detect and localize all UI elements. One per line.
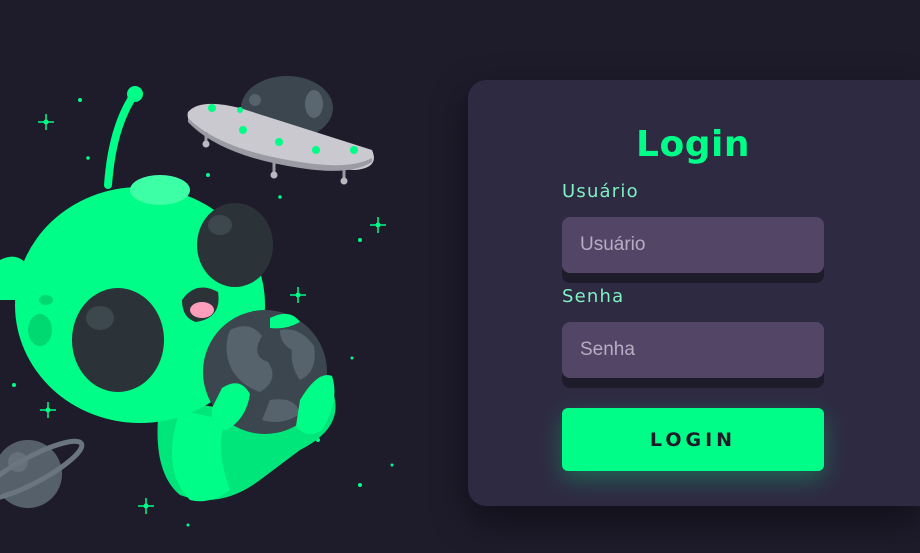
password-input[interactable] xyxy=(562,322,824,378)
password-label: Senha xyxy=(562,286,625,307)
login-button[interactable]: LOGIN xyxy=(562,408,824,471)
login-page: Login Usuário Senha LOGIN xyxy=(0,0,920,553)
illustration-canvas xyxy=(0,76,394,527)
username-field-wrapper xyxy=(562,217,824,283)
alien-antenna xyxy=(104,86,143,189)
username-input[interactable] xyxy=(562,217,824,273)
password-field-wrapper xyxy=(562,322,824,388)
ufo xyxy=(187,76,374,185)
username-label: Usuário xyxy=(562,181,639,202)
login-title: Login xyxy=(636,124,750,165)
login-card: Login Usuário Senha LOGIN xyxy=(468,80,920,506)
ringed-planet xyxy=(0,438,85,508)
alien-illustration xyxy=(0,0,470,553)
